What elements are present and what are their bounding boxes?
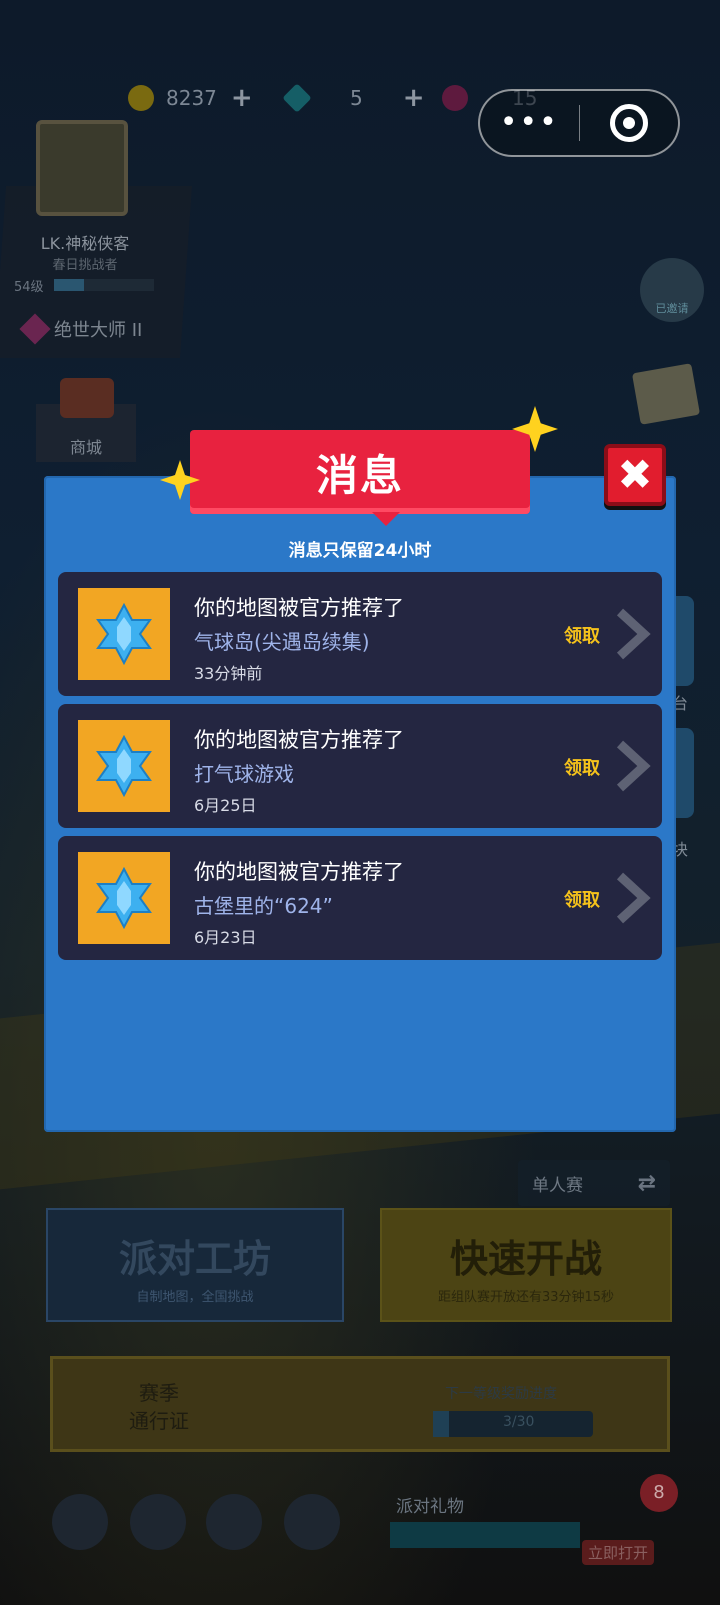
- party-workshop-button[interactable]: 派对工坊 自制地图，全国挑战: [46, 1208, 344, 1322]
- close-modal-button[interactable]: ✖: [604, 444, 666, 506]
- more-dots-icon[interactable]: •••: [480, 108, 579, 138]
- claim-button[interactable]: 领取: [564, 754, 600, 780]
- workshop-title: 派对工坊: [118, 1237, 271, 1281]
- modal-title: 消息: [315, 451, 404, 500]
- message-map-name: 古堡里的“624”: [194, 894, 333, 918]
- invite-button[interactable]: 已邀请: [640, 258, 704, 322]
- player-rank[interactable]: 绝世大师 II: [19, 313, 143, 345]
- chevron-right-icon[interactable]: [612, 738, 652, 794]
- invited-label: 已邀请: [655, 302, 689, 315]
- message-time: 33分钟前: [194, 664, 263, 683]
- message-map-name: 气球岛(尖遇岛续集): [194, 630, 370, 654]
- mode-label: 单人赛: [532, 1175, 583, 1196]
- crystal-star-icon: [96, 867, 152, 929]
- season-pass-title-line2: 通行证: [129, 1409, 189, 1433]
- ticket-icon: [442, 85, 468, 111]
- claim-button[interactable]: 领取: [564, 622, 600, 648]
- message-item[interactable]: 你的地图被官方推荐了 气球岛(尖遇岛续集) 33分钟前 领取: [58, 572, 662, 696]
- player-level: 54级: [14, 280, 44, 295]
- pass-progress-label: 下一等级奖励进度: [445, 1386, 557, 1402]
- rank-label: 绝世大师 II: [54, 320, 143, 341]
- crystal-star-icon: [96, 603, 152, 665]
- crystal-star-icon: [96, 735, 152, 797]
- miniprogram-capsule: •••: [478, 89, 680, 157]
- message-time: 6月25日: [194, 796, 257, 815]
- gift-count-badge: 8: [640, 1474, 678, 1512]
- open-gift-button[interactable]: 立即打开: [582, 1540, 655, 1565]
- coin-resource[interactable]: 8237 +: [128, 78, 253, 118]
- coin-icon: [128, 85, 154, 111]
- coin-count: 8237: [166, 86, 217, 110]
- add-coin-icon[interactable]: +: [231, 83, 253, 113]
- mode-selector[interactable]: 单人赛 ⇄: [518, 1160, 670, 1206]
- message-title: 你的地图被官方推荐了: [194, 728, 404, 752]
- message-title: 你的地图被官方推荐了: [194, 860, 404, 884]
- banner-tail: [372, 512, 400, 526]
- message-time: 6月23日: [194, 928, 257, 947]
- player-name: LK.神秘侠客: [40, 234, 130, 253]
- quick-battle-button[interactable]: 快速开战 距组队赛开放还有33分钟15秒: [380, 1208, 672, 1322]
- shop-icon: [60, 378, 114, 418]
- message-item[interactable]: 你的地图被官方推荐了 打气球游戏 6月25日 领取: [58, 704, 662, 828]
- sparkle-star-icon: [160, 460, 200, 500]
- message-title: 你的地图被官方推荐了: [194, 596, 404, 620]
- pass-progress-bar: 3/30: [433, 1411, 593, 1437]
- level-progress-bar: [54, 279, 154, 291]
- message-thumbnail: [78, 588, 170, 680]
- quick-title: 快速开战: [449, 1237, 602, 1281]
- season-pass-banner[interactable]: 赛季 通行证 下一等级奖励进度 3/30: [50, 1356, 670, 1452]
- chevron-right-icon[interactable]: [612, 870, 652, 926]
- season-pass-title: 赛季 通行证: [99, 1379, 219, 1435]
- announcement-icon[interactable]: [130, 1494, 186, 1550]
- message-thumbnail: [78, 720, 170, 812]
- chat-icon[interactable]: [52, 1494, 108, 1550]
- headset-icon[interactable]: [206, 1494, 262, 1550]
- modal-subtitle: 消息只保留24小时: [288, 541, 432, 561]
- close-icon: ✖: [617, 450, 653, 499]
- quick-subtitle: 距组队赛开放还有33分钟15秒: [437, 1290, 615, 1305]
- chevron-right-icon[interactable]: [612, 606, 652, 662]
- switch-icon: ⇄: [637, 1170, 656, 1196]
- target-icon: [609, 104, 648, 142]
- pass-progress-value: 3/30: [503, 1414, 535, 1430]
- sparkle-star-icon: [512, 406, 558, 452]
- diamond-icon: [282, 83, 312, 113]
- workshop-subtitle: 自制地图，全国挑战: [136, 1290, 254, 1305]
- message-item[interactable]: 你的地图被官方推荐了 古堡里的“624” 6月23日 领取: [58, 836, 662, 960]
- player-title: 春日挑战者: [52, 258, 118, 273]
- settings-gear-icon[interactable]: [284, 1494, 340, 1550]
- cards-icon[interactable]: [631, 363, 701, 425]
- diamond-resource[interactable]: 5 +: [282, 78, 425, 118]
- rank-gem-icon: [19, 313, 51, 345]
- party-gift-label: 派对礼物: [396, 1497, 464, 1517]
- shop-label: 商城: [69, 438, 102, 457]
- avatar[interactable]: [36, 120, 128, 216]
- message-map-name: 打气球游戏: [194, 762, 294, 786]
- claim-button[interactable]: 领取: [564, 886, 600, 912]
- diamond-count: 5: [350, 86, 363, 110]
- season-pass-title-line1: 赛季: [139, 1381, 179, 1405]
- add-diamond-icon[interactable]: +: [403, 83, 425, 113]
- message-thumbnail: [78, 852, 170, 944]
- close-miniprogram-button[interactable]: [579, 104, 678, 142]
- party-gift-bar: [390, 1522, 580, 1548]
